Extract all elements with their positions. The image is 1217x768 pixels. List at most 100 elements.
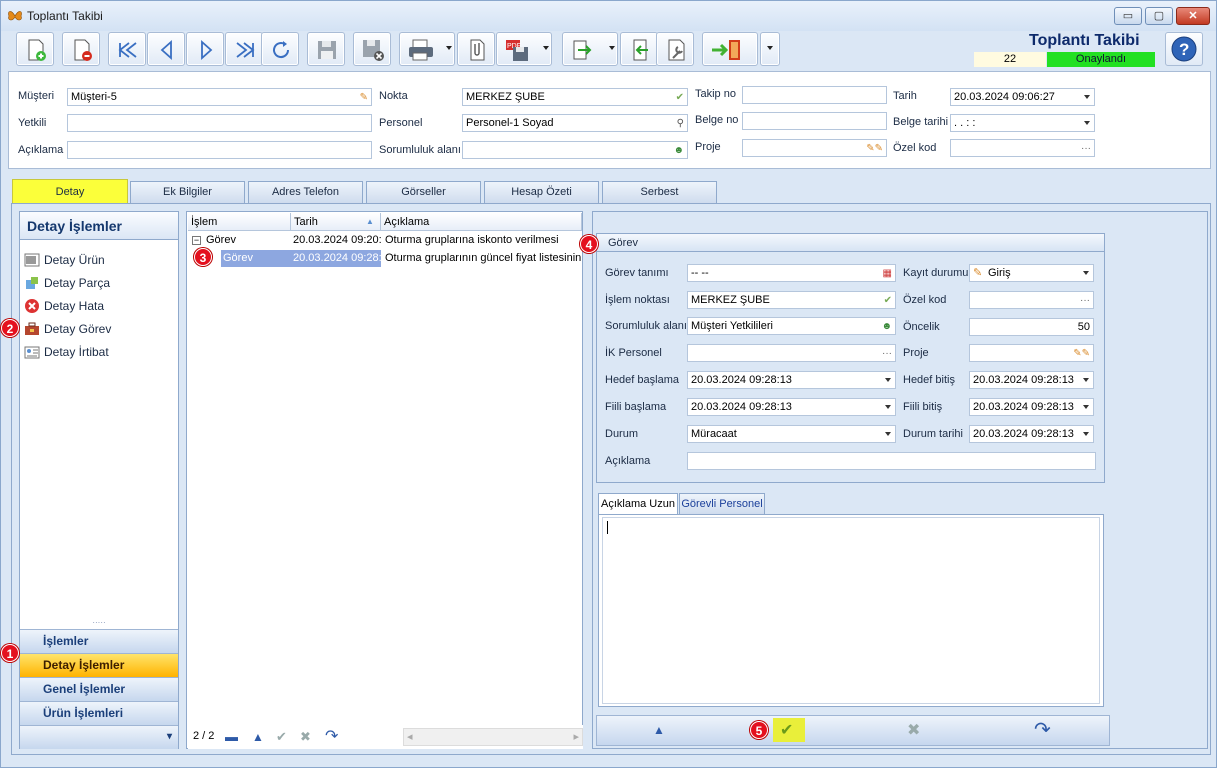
- nokta-field[interactable]: MERKEZ ŞUBE ✔: [462, 88, 688, 106]
- hedef-baslama-field[interactable]: 20.03.2024 09:28:13: [687, 371, 896, 389]
- musteri-field[interactable]: Müşteri-5 ✎: [67, 88, 372, 106]
- horizontal-scrollbar[interactable]: ◂ ▸: [403, 728, 583, 746]
- detay-urun-item[interactable]: Detay Ürün: [24, 250, 105, 270]
- oncelik-field[interactable]: 50: [969, 318, 1094, 336]
- tab-detay[interactable]: Detay: [12, 179, 128, 204]
- proje-field[interactable]: ✎✎: [742, 139, 887, 157]
- grid-ok-icon[interactable]: ✔: [276, 729, 287, 745]
- attach-button[interactable]: [457, 32, 495, 66]
- tab-adres-telefon[interactable]: Adres Telefon: [248, 181, 363, 203]
- export-pdf-button[interactable]: PDF: [496, 32, 552, 66]
- person-search-icon[interactable]: ⚲: [677, 116, 684, 131]
- new-button[interactable]: [16, 32, 54, 66]
- fiili-bitis-field[interactable]: 20.03.2024 09:28:13: [969, 398, 1094, 416]
- save-button[interactable]: [307, 32, 345, 66]
- detay-gorev-item[interactable]: Detay Görev: [24, 319, 111, 339]
- redo-icon[interactable]: ↷: [1034, 717, 1051, 742]
- people-icon[interactable]: ☻: [881, 319, 892, 334]
- tab-ek-bilgiler[interactable]: Ek Bilgiler: [130, 181, 245, 203]
- chevron-down-icon[interactable]: [1084, 121, 1090, 125]
- ik-personel-field[interactable]: ···: [687, 344, 896, 362]
- gorev-proje-field[interactable]: ✎✎: [969, 344, 1094, 362]
- chevron-down-icon[interactable]: [885, 405, 891, 409]
- chevron-down-icon[interactable]: [885, 378, 891, 382]
- durum-field[interactable]: Müracaat: [687, 425, 896, 443]
- check-icon[interactable]: ✔: [676, 90, 684, 105]
- minimize-button[interactable]: ▭: [1114, 7, 1142, 25]
- grid-redo-icon[interactable]: ↷: [325, 726, 338, 746]
- check-icon[interactable]: ✔: [884, 293, 892, 308]
- nav-genel-islemler[interactable]: Genel İşlemler: [20, 677, 178, 701]
- hedef-bitis-field[interactable]: 20.03.2024 09:28:13: [969, 371, 1094, 389]
- aciklama-field[interactable]: [67, 141, 372, 159]
- personel-field[interactable]: Personel-1 Soyad ⚲: [462, 114, 688, 132]
- memo-editor[interactable]: [602, 517, 1100, 704]
- nav-overflow-button[interactable]: ▾: [20, 725, 178, 749]
- durum-tarihi-field[interactable]: 20.03.2024 09:28:13: [969, 425, 1094, 443]
- belgeno-field[interactable]: [742, 112, 887, 130]
- gorev-aciklama-field[interactable]: [687, 452, 1096, 470]
- chevron-down-icon[interactable]: [1083, 271, 1089, 275]
- ellipsis-icon[interactable]: ···: [1081, 141, 1091, 156]
- edit-icon[interactable]: ✎✎: [866, 141, 883, 156]
- detay-hata-item[interactable]: Detay Hata: [24, 296, 104, 316]
- ozelkod-field[interactable]: ···: [950, 139, 1095, 157]
- nav-detay-islemler[interactable]: Detay İşlemler: [20, 653, 178, 677]
- sorumluluk-field[interactable]: ☻: [462, 141, 688, 159]
- scroll-right-icon[interactable]: ▸: [573, 730, 579, 743]
- import-button[interactable]: [620, 32, 658, 66]
- previous-record-button[interactable]: [147, 32, 185, 66]
- help-button[interactable]: ?: [1165, 32, 1203, 66]
- collapse-icon[interactable]: −: [192, 236, 201, 245]
- nav-urun-islemleri[interactable]: Ürün İşlemleri: [20, 701, 178, 725]
- detay-irtibat-item[interactable]: Detay İrtibat: [24, 342, 109, 362]
- edit-icon[interactable]: ✎✎: [1073, 346, 1090, 361]
- detay-parca-item[interactable]: Detay Parça: [24, 273, 110, 293]
- belgetarihi-field[interactable]: . . : :: [950, 114, 1095, 132]
- islem-noktasi-field[interactable]: MERKEZ ŞUBE ✔: [687, 291, 896, 309]
- first-record-button[interactable]: [108, 32, 146, 66]
- tab-gorevli-personel[interactable]: Görevli Personel: [679, 493, 765, 514]
- people-icon[interactable]: ☻: [673, 143, 684, 158]
- splitter-grip[interactable]: ·····: [20, 619, 178, 628]
- tab-gorseller[interactable]: Görseller: [366, 181, 481, 203]
- ellipsis-icon[interactable]: ···: [1080, 293, 1090, 308]
- column-header-aciklama[interactable]: Açıklama: [381, 213, 582, 231]
- gorev-tanimi-field[interactable]: -- -- ▦: [687, 264, 896, 282]
- ozel-kod-field[interactable]: ···: [969, 291, 1094, 309]
- column-header-islem[interactable]: İşlem: [188, 213, 291, 231]
- takipno-field[interactable]: [742, 86, 887, 104]
- chevron-down-icon[interactable]: [1083, 432, 1089, 436]
- tarih-field[interactable]: 20.03.2024 09:06:27: [950, 88, 1095, 106]
- transfer-button[interactable]: [562, 32, 618, 66]
- last-record-button[interactable]: [225, 32, 263, 66]
- cancel-x-icon[interactable]: ✖: [907, 720, 920, 740]
- tab-serbest[interactable]: Serbest: [602, 181, 717, 203]
- nav-islemler[interactable]: İşlemler: [20, 629, 178, 653]
- close-button[interactable]: ✕: [1176, 7, 1210, 25]
- chevron-down-icon[interactable]: [1083, 405, 1089, 409]
- print-button[interactable]: [399, 32, 455, 66]
- nav-up-icon[interactable]: ▲: [653, 723, 665, 737]
- scroll-left-icon[interactable]: ◂: [407, 730, 413, 743]
- confirm-check-icon[interactable]: ✔: [780, 720, 793, 740]
- settings-button[interactable]: [656, 32, 694, 66]
- tab-hesap-ozeti[interactable]: Hesap Özeti: [484, 181, 599, 203]
- kayit-durumu-field[interactable]: ✎ Giriş: [969, 264, 1094, 282]
- cancel-save-button[interactable]: [353, 32, 391, 66]
- grid-up-icon[interactable]: ▲: [252, 730, 264, 744]
- next-record-button[interactable]: [186, 32, 224, 66]
- calendar-icon[interactable]: ▦: [883, 266, 892, 281]
- sorumluluk-alani-field[interactable]: Müşteri Yetkilileri ☻: [687, 317, 896, 335]
- ellipsis-icon[interactable]: ···: [882, 346, 892, 361]
- eraser-icon[interactable]: ✎: [360, 90, 368, 105]
- refresh-button[interactable]: [261, 32, 299, 66]
- exit-button[interactable]: [702, 32, 758, 66]
- chevron-down-icon[interactable]: [1083, 378, 1089, 382]
- fiili-baslama-field[interactable]: 20.03.2024 09:28:13: [687, 398, 896, 416]
- maximize-button[interactable]: ▢: [1145, 7, 1173, 25]
- yetkili-field[interactable]: [67, 114, 372, 132]
- tab-aciklama-uzun[interactable]: Açıklama Uzun: [598, 493, 678, 514]
- chevron-down-icon[interactable]: [885, 432, 891, 436]
- chevron-down-icon[interactable]: [1084, 95, 1090, 99]
